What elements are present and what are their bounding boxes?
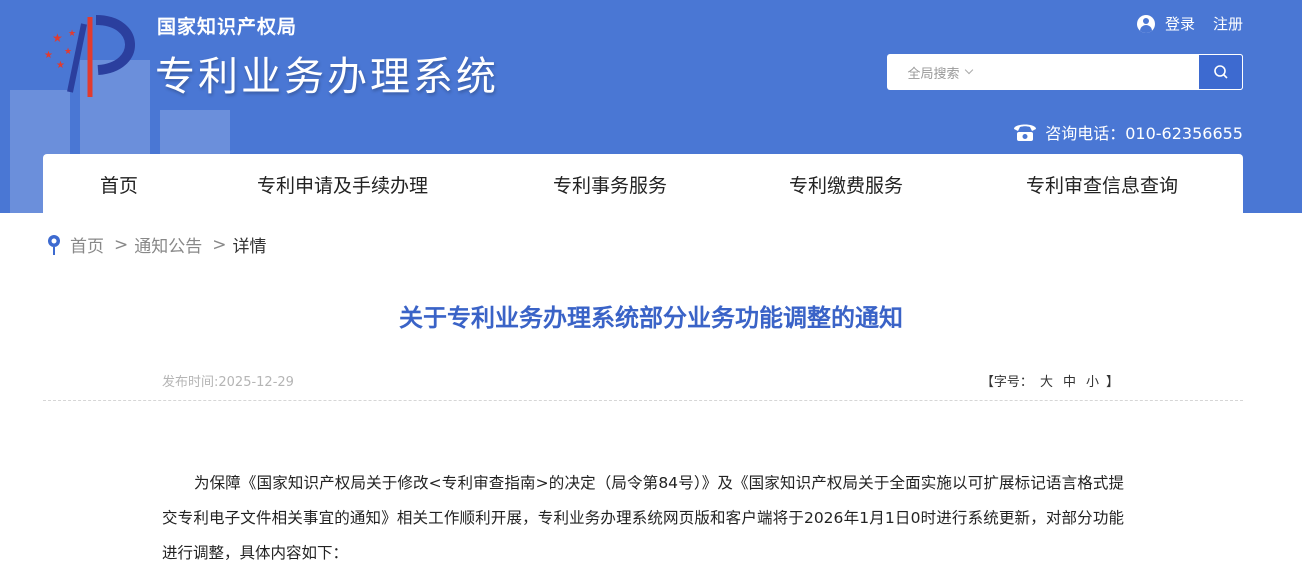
location-pin-icon [48,234,60,255]
breadcrumb-current: 详情 [232,237,267,257]
publish-time: 发布时间:2025-12-29 [162,375,294,390]
search-button[interactable] [1198,54,1243,90]
svg-text:★: ★ [52,31,63,45]
font-size-medium-button[interactable]: 中 [1063,371,1076,390]
font-size-prefix: 【字号： [980,375,1033,390]
breadcrumb-separator: > [212,234,227,255]
search-scope-label: 全局搜索 [907,66,960,82]
font-size-small-button[interactable]: 小 [1086,371,1099,390]
font-size-suffix: 】 [1105,375,1119,390]
nav-item-affairs[interactable]: 专利事务服务 [553,171,667,198]
svg-text:★: ★ [68,29,76,39]
svg-text:★: ★ [44,50,53,61]
breadcrumb-separator: > [114,234,129,255]
article-title: 关于专利业务办理系统部分业务功能调整的通知 [399,304,903,332]
chevron-down-icon [964,65,973,75]
search-icon [1213,65,1228,79]
divider [43,400,1243,401]
article-paragraph: 为保障《国家知识产权局关于修改<专利审查指南>的决定（局令第84号）》及《国家知… [162,474,1124,562]
breadcrumb-notices[interactable]: 通知公告 [134,232,202,257]
auth-links: 登录 注册 [1136,13,1243,34]
system-name: 专利业务办理系统 [155,54,499,100]
font-size-control: 【字号： 大 中 小 】 [981,371,1119,390]
telephone-icon [1014,124,1037,141]
nav-item-examination-query[interactable]: 专利审查信息查询 [1026,171,1178,198]
search-input[interactable] [992,54,1198,90]
register-link[interactable]: 注册 [1213,13,1243,34]
nav-item-fees[interactable]: 专利缴费服务 [789,171,903,198]
main-nav: 首页 专利申请及手续办理 专利事务服务 专利缴费服务 专利审查信息查询 [43,154,1243,213]
font-size-large-button[interactable]: 大 [1040,371,1053,390]
search-scope-dropdown[interactable]: 全局搜索 [887,54,992,90]
org-name: 国家知识产权局 [157,16,298,38]
svg-text:★: ★ [56,60,65,71]
svg-text:★: ★ [64,47,72,57]
nav-item-application[interactable]: 专利申请及手续办理 [257,171,428,198]
site-header: ★ ★ ★ ★ ★ 国家知识产权局 专利业务办理系统 登录 注册 全局搜索 咨询 [0,0,1302,213]
cnipa-logo-icon[interactable]: ★ ★ ★ ★ ★ [30,12,150,102]
hotline-text: 咨询电话：010-62356655 [1045,124,1243,143]
nav-item-home[interactable]: 首页 [100,171,138,198]
breadcrumb-home[interactable]: 首页 [70,232,104,257]
user-icon [1136,14,1155,33]
global-search: 全局搜索 [887,54,1243,90]
hotline: 咨询电话：010-62356655 [1011,120,1243,144]
breadcrumb: 首页 > 通知公告 > 详情 [47,232,267,257]
login-link[interactable]: 登录 [1165,13,1195,34]
